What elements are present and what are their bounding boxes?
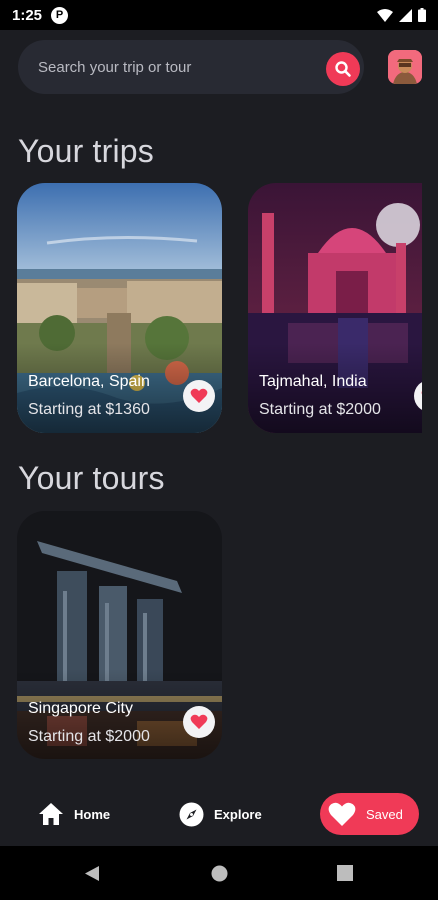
trip-price: Starting at $2000 xyxy=(259,401,381,418)
tours-section-title: Your tours xyxy=(18,460,165,496)
search-input[interactable] xyxy=(38,58,308,76)
avatar[interactable] xyxy=(388,50,422,84)
recents-icon[interactable] xyxy=(337,865,353,881)
back-icon[interactable] xyxy=(84,865,100,882)
nav-label-explore: Explore xyxy=(214,806,262,822)
battery-icon xyxy=(418,8,426,22)
home-icon xyxy=(39,803,63,825)
status-bar: 1:25 P xyxy=(0,0,438,30)
search-icon xyxy=(335,61,351,77)
nav-item-home[interactable]: Home xyxy=(38,793,110,835)
nav-label-home: Home xyxy=(74,806,111,822)
avatar-person-icon xyxy=(388,50,422,84)
trips-section-title: Your trips xyxy=(18,133,154,169)
trip-title: Barcelona, Spain xyxy=(28,373,150,390)
compass-icon xyxy=(179,802,204,826)
status-icons xyxy=(377,8,426,22)
favorite-button[interactable] xyxy=(183,706,215,738)
heart-icon xyxy=(421,391,422,395)
nav-item-explore[interactable]: Explore xyxy=(179,793,262,835)
home-circle-icon[interactable] xyxy=(211,865,228,882)
search-bar[interactable] xyxy=(18,40,364,94)
nav-label-saved: Saved xyxy=(366,806,403,822)
tour-card-singapore[interactable]: Singapore City Starting at $2000 xyxy=(17,511,222,759)
tour-title: Singapore City xyxy=(28,700,133,717)
bottom-nav: Home Explore Saved xyxy=(0,780,438,846)
trip-card-barcelona[interactable]: Barcelona, Spain Starting at $1360 xyxy=(17,183,222,433)
notification-icon: P xyxy=(51,6,69,24)
signal-icon xyxy=(399,8,412,22)
favorite-button[interactable] xyxy=(183,380,215,412)
tour-price: Starting at $2000 xyxy=(28,728,150,745)
search-button[interactable] xyxy=(326,52,360,86)
trip-card-tajmahal[interactable]: Tajmahal, India Starting at $2000 xyxy=(248,183,422,433)
heart-icon xyxy=(190,388,208,403)
status-time: 1:25 xyxy=(12,6,43,24)
system-nav-bar xyxy=(0,846,438,900)
nav-item-saved[interactable]: Saved xyxy=(320,793,419,835)
heart-icon xyxy=(328,802,356,826)
trip-title: Tajmahal, India xyxy=(259,373,367,390)
heart-icon xyxy=(190,714,208,729)
trip-price: Starting at $1360 xyxy=(28,401,150,418)
wifi-icon xyxy=(377,8,393,22)
